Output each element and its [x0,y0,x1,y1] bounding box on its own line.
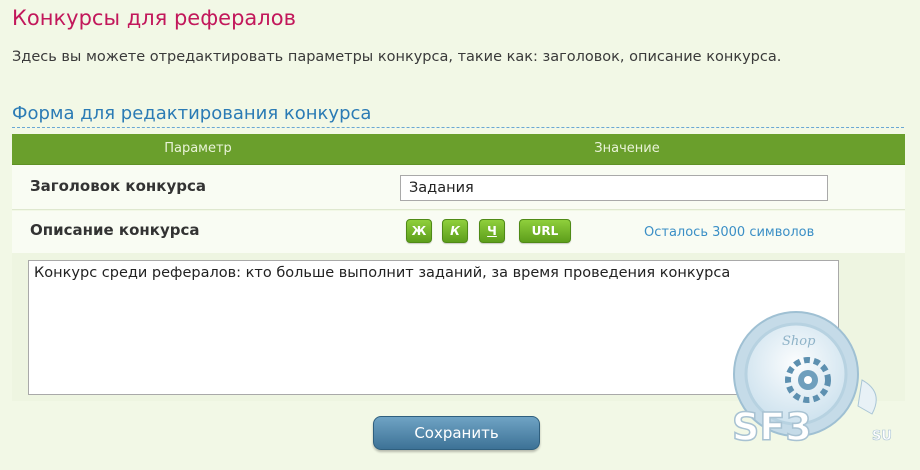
save-button[interactable]: Сохранить [373,416,540,450]
chars-left-counter: Осталось 3000 символов [644,225,815,240]
page-intro: Здесь вы можете отредактировать параметр… [12,49,782,65]
form-section-title: Форма для редактирования конкурса [12,103,904,128]
column-header-value: Значение [594,141,660,156]
underline-button[interactable]: Ч [479,219,505,243]
description-row: Описание конкурса Ж К Ч URL Осталось 300… [12,211,905,253]
column-header-param: Параметр [164,141,232,156]
shop-sf3-watermark: Shop SF3 SU [731,311,892,450]
bold-button[interactable]: Ж [406,219,432,243]
italic-button[interactable]: К [442,219,468,243]
watermark-domain-text: SU [872,429,892,444]
watermark-shop-text: Shop [782,334,816,349]
title-row: Заголовок конкурса [12,165,905,210]
watermark-brand-text: SF3 [732,405,812,449]
title-label: Заголовок конкурса [30,177,206,195]
title-input[interactable] [400,175,828,201]
url-button[interactable]: URL [519,219,571,243]
form-table-header: Параметр Значение [12,134,905,165]
description-label: Описание конкурса [30,221,200,239]
page-title: Конкурсы для рефералов [12,6,296,30]
